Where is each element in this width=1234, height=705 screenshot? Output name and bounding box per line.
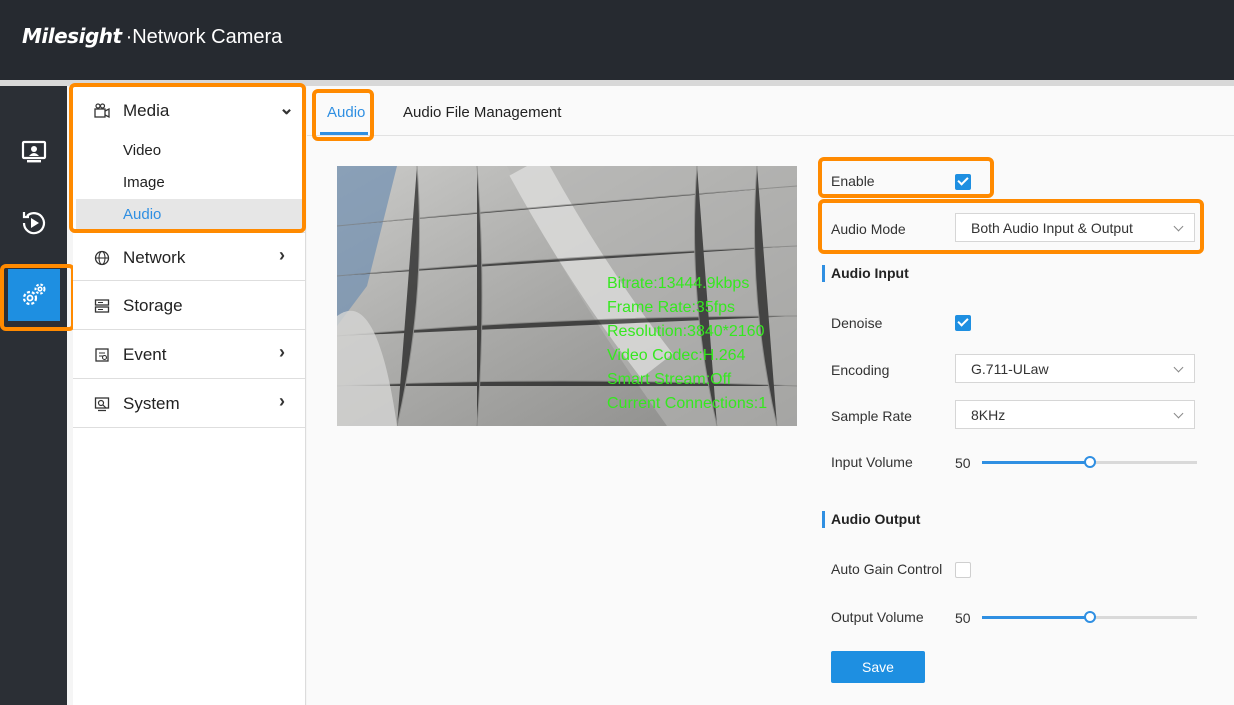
slider-fill xyxy=(982,461,1090,464)
overlay-resolution: Resolution:3840*2160 xyxy=(607,323,765,340)
denoise-label: Denoise xyxy=(831,315,883,331)
save-button[interactable]: Save xyxy=(831,651,925,683)
encoding-label: Encoding xyxy=(831,362,890,378)
slider-handle[interactable] xyxy=(1084,611,1096,623)
playback-icon xyxy=(22,212,46,235)
slider-fill xyxy=(982,616,1090,619)
playback-button[interactable] xyxy=(8,197,60,249)
sample-rate-value: 8KHz xyxy=(971,407,1006,423)
input-volume-slider[interactable] xyxy=(982,456,1197,468)
auto-gain-control-label: Auto Gain Control xyxy=(831,561,943,577)
output-volume-label: Output Volume xyxy=(831,609,924,625)
output-volume-slider[interactable] xyxy=(982,611,1197,623)
audio-tab-highlight-box xyxy=(312,89,374,141)
live-video-preview[interactable]: Bitrate:13444.9kbps Frame Rate:35fps Res… xyxy=(337,166,797,426)
auto-gain-control-checkbox[interactable] xyxy=(955,562,971,578)
chevron-right-icon: › xyxy=(279,391,285,411)
menu-network-label: Network xyxy=(123,248,186,267)
audio-input-heading: Audio Input xyxy=(822,265,909,282)
sample-rate-label: Sample Rate xyxy=(831,408,912,424)
chevron-right-icon: › xyxy=(279,245,285,265)
chevron-down-icon xyxy=(1173,362,1184,373)
live-view-button[interactable] xyxy=(8,126,60,178)
sample-rate-select[interactable]: 8KHz xyxy=(955,400,1195,429)
system-icon xyxy=(94,397,110,412)
menu-storage-label: Storage xyxy=(123,296,183,315)
storage-icon xyxy=(94,299,110,313)
overlay-video-codec: Video Codec:H.264 xyxy=(607,347,746,364)
tab-bar: Audio Audio File Management xyxy=(307,86,1234,136)
output-volume-value: 50 xyxy=(955,610,971,626)
brand: Milesight ·Network Camera xyxy=(22,24,282,49)
overlay-smart-stream: Smart Stream:Off xyxy=(607,371,732,388)
encoding-select[interactable]: G.711-ULaw xyxy=(955,354,1195,383)
audio-mode-highlight-box xyxy=(818,199,1204,254)
menu-storage[interactable]: Storage xyxy=(73,281,305,330)
settings-highlight-box xyxy=(0,264,75,331)
chevron-right-icon: › xyxy=(279,342,285,362)
milesight-logo: Milesight xyxy=(22,24,122,48)
menu-system-label: System xyxy=(123,394,180,413)
live-view-icon xyxy=(21,140,47,163)
menu-network[interactable]: Network › xyxy=(73,232,305,281)
menu-event[interactable]: Event › xyxy=(73,330,305,379)
audio-output-heading: Audio Output xyxy=(822,511,920,528)
menu-system[interactable]: System › xyxy=(73,379,305,428)
icon-rail xyxy=(0,86,67,705)
enable-highlight-box xyxy=(818,157,994,198)
top-bar: Milesight ·Network Camera xyxy=(0,0,1234,80)
overlay-frame-rate: Frame Rate:35fps xyxy=(607,299,736,316)
overlay-connections: Current Connections:1 xyxy=(607,395,768,412)
overlay-bitrate: Bitrate:13444.9kbps xyxy=(607,275,750,292)
input-volume-label: Input Volume xyxy=(831,454,913,470)
denoise-checkbox[interactable] xyxy=(955,315,971,331)
globe-icon xyxy=(94,250,110,266)
event-icon xyxy=(95,348,109,362)
tab-audio-file-management[interactable]: Audio File Management xyxy=(403,104,561,121)
slider-handle[interactable] xyxy=(1084,456,1096,468)
checkmark-icon xyxy=(957,315,969,327)
menu-event-label: Event xyxy=(123,345,167,364)
input-volume-value: 50 xyxy=(955,455,971,471)
product-name: ·Network Camera xyxy=(125,26,283,48)
chevron-down-icon xyxy=(1173,408,1184,419)
media-highlight-box xyxy=(69,83,306,233)
encoding-value: G.711-ULaw xyxy=(971,361,1049,377)
